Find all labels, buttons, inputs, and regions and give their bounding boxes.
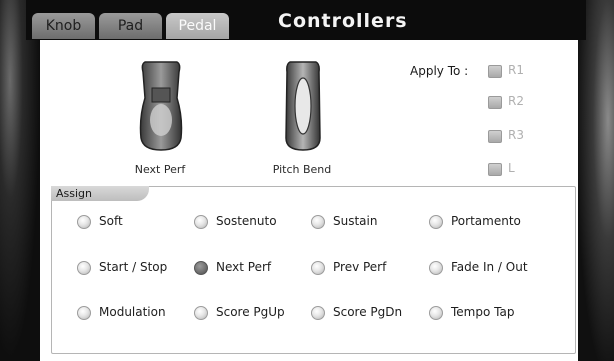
option-label: Start / Stop <box>99 260 168 274</box>
radio-icon <box>77 215 91 229</box>
option-label: Soft <box>99 214 123 228</box>
tab-pad[interactable]: Pad <box>99 13 162 39</box>
assign-label: Assign <box>56 187 92 200</box>
checkbox-icon <box>488 163 502 176</box>
option-label: Portamento <box>451 214 521 228</box>
option-label: Score PgUp <box>216 305 285 319</box>
checkbox-label: R1 <box>508 63 524 77</box>
checkbox-label: R2 <box>508 94 524 108</box>
pedal-label-right: Pitch Bend <box>272 163 332 176</box>
radio-icon <box>311 215 325 229</box>
radio-icon <box>429 215 443 229</box>
expression-pedal-icon[interactable] <box>284 58 322 154</box>
option-label: Fade In / Out <box>451 260 528 274</box>
apply-to-label: Apply To : <box>410 64 469 78</box>
option-label: Sustain <box>333 214 378 228</box>
tab-pedal[interactable]: Pedal <box>166 13 229 39</box>
radio-icon <box>194 306 208 320</box>
checkbox-icon <box>488 65 502 78</box>
background-right <box>578 0 614 361</box>
radio-selected-icon <box>194 261 208 275</box>
option-label: Score PgDn <box>333 305 403 319</box>
pedal-label-left: Next Perf <box>134 163 186 176</box>
radio-icon <box>311 306 325 320</box>
option-label: Sostenuto <box>216 214 277 228</box>
radio-icon <box>77 261 91 275</box>
radio-icon <box>311 261 325 275</box>
radio-icon <box>77 306 91 320</box>
option-label: Tempo Tap <box>451 305 515 319</box>
checkbox-label: R3 <box>508 128 524 142</box>
tab-knob[interactable]: Knob <box>32 13 95 39</box>
checkbox-icon <box>488 96 502 109</box>
option-label: Next Perf <box>216 260 272 274</box>
checkbox-icon <box>488 130 502 143</box>
option-label: Prev Perf <box>333 260 387 274</box>
radio-icon <box>429 306 443 320</box>
radio-icon <box>429 261 443 275</box>
background-left <box>0 0 40 361</box>
title-bar: Knob Pad Pedal Controllers <box>26 0 586 40</box>
sustain-pedal-icon[interactable] <box>135 58 187 154</box>
radio-icon <box>194 215 208 229</box>
option-label: Modulation <box>99 305 166 319</box>
page-title: Controllers <box>278 10 408 32</box>
checkbox-label: L <box>508 161 515 175</box>
